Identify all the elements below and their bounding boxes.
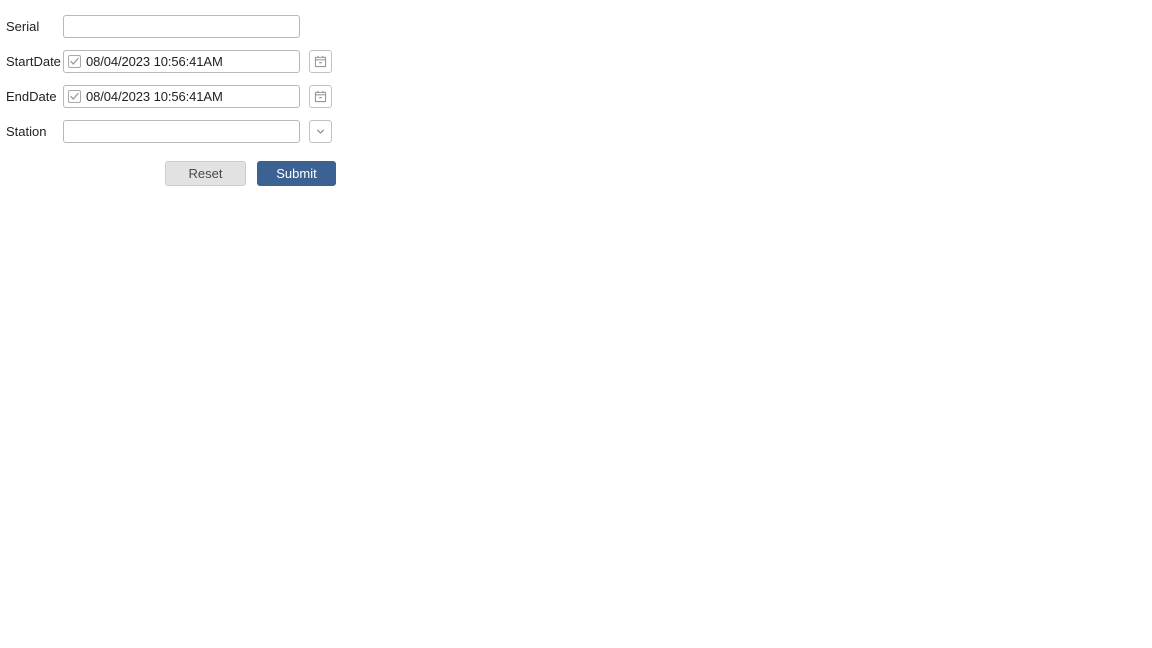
control-enddate: 08/04/2023 10:56:41AM bbox=[63, 85, 332, 108]
control-serial bbox=[63, 15, 300, 38]
station-dropdown-button[interactable] bbox=[309, 120, 332, 143]
reset-button[interactable]: Reset bbox=[165, 161, 246, 186]
form-row-enddate: EndDate 08/04/2023 10:56:41AM bbox=[0, 79, 1152, 114]
enddate-calendar-button[interactable] bbox=[309, 85, 332, 108]
control-station bbox=[63, 120, 332, 143]
form-row-serial: Serial bbox=[0, 9, 1152, 44]
form-row-startdate: StartDate 08/04/2023 10:56:41AM bbox=[0, 44, 1152, 79]
search-filter-form: Serial StartDate 08/04/2023 10:56:41AM E… bbox=[0, 0, 1152, 186]
enddate-enable-checkbox[interactable] bbox=[68, 90, 81, 103]
serial-input[interactable] bbox=[63, 15, 300, 38]
startdate-value: 08/04/2023 10:56:41AM bbox=[86, 54, 223, 69]
label-serial: Serial bbox=[6, 18, 40, 34]
form-actions: Reset Submit bbox=[0, 161, 1152, 186]
submit-button[interactable]: Submit bbox=[257, 161, 336, 186]
startdate-enable-checkbox[interactable] bbox=[68, 55, 81, 68]
enddate-value: 08/04/2023 10:56:41AM bbox=[86, 89, 223, 104]
control-startdate: 08/04/2023 10:56:41AM bbox=[63, 50, 332, 73]
calendar-icon bbox=[314, 55, 327, 68]
startdate-input[interactable]: 08/04/2023 10:56:41AM bbox=[63, 50, 300, 73]
calendar-icon bbox=[314, 90, 327, 103]
label-station: Station bbox=[6, 123, 47, 139]
chevron-down-icon bbox=[315, 126, 326, 137]
form-row-station: Station bbox=[0, 114, 1152, 149]
label-enddate: EndDate bbox=[6, 88, 57, 104]
label-startdate: StartDate bbox=[6, 53, 61, 69]
station-input[interactable] bbox=[63, 120, 300, 143]
startdate-calendar-button[interactable] bbox=[309, 50, 332, 73]
enddate-input[interactable]: 08/04/2023 10:56:41AM bbox=[63, 85, 300, 108]
